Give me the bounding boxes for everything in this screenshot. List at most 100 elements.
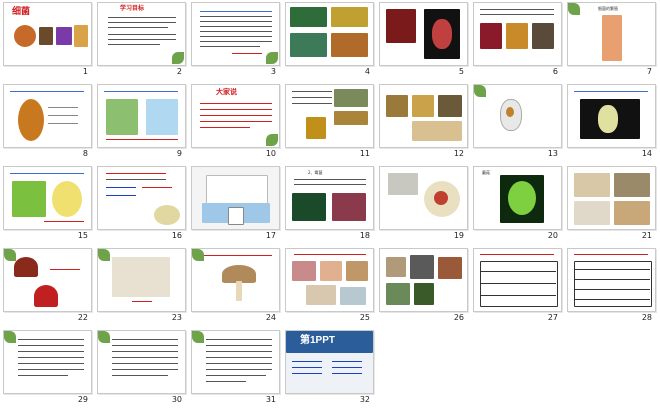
slide-thumbnail-30[interactable]: 30 xyxy=(94,328,188,410)
slide-title: 第1PPT xyxy=(300,335,336,346)
food-image xyxy=(306,285,336,305)
food-image xyxy=(292,261,316,281)
slide-number: 25 xyxy=(359,313,370,322)
bacteria-image xyxy=(14,25,36,47)
slide-title: 学习目标 xyxy=(120,5,145,12)
slide-thumbnail-14[interactable]: 14 xyxy=(564,82,658,164)
slide-canvas xyxy=(3,166,92,230)
slide-number: 19 xyxy=(453,231,464,240)
slide-canvas xyxy=(473,84,562,148)
bacteria-image xyxy=(331,7,368,27)
slide-number: 10 xyxy=(265,149,276,158)
slide-thumbnail-5[interactable]: 5 xyxy=(376,0,470,82)
slide-thumbnail-11[interactable]: 11 xyxy=(282,82,376,164)
virus-image xyxy=(56,27,72,45)
slide-canvas xyxy=(567,84,656,148)
slide-thumbnail-1[interactable]: 细菌 1 xyxy=(0,0,94,82)
bacteria-image xyxy=(532,23,554,49)
slide-canvas: 第1PPT xyxy=(285,330,374,394)
slide-thumbnail-32[interactable]: 第1PPT 32 xyxy=(282,328,376,410)
slide-number: 12 xyxy=(453,149,464,158)
slide-number: 23 xyxy=(171,313,182,322)
slide-number: 29 xyxy=(77,395,88,404)
slide-thumbnail-4[interactable]: 4 xyxy=(282,0,376,82)
slide-canvas xyxy=(379,248,468,312)
slide-canvas xyxy=(191,330,280,394)
slide-thumbnail-26[interactable]: 26 xyxy=(376,246,470,328)
slide-number: 24 xyxy=(265,313,276,322)
slide-number: 9 xyxy=(176,149,182,158)
slide-canvas xyxy=(285,84,374,148)
slide-thumbnail-10[interactable]: 大家说 10 xyxy=(188,82,282,164)
fungi-image xyxy=(112,257,170,297)
fungi-image xyxy=(386,95,408,117)
slide-thumbnail-29[interactable]: 29 xyxy=(0,328,94,410)
dialog-image xyxy=(206,175,268,205)
slide-number: 32 xyxy=(359,395,370,404)
slide-thumbnail-31[interactable]: 31 xyxy=(188,328,282,410)
comparison-table xyxy=(480,261,558,307)
slide-canvas xyxy=(3,248,92,312)
slide-thumbnail-19[interactable]: 19 xyxy=(376,164,470,246)
bacteria-image xyxy=(290,33,327,57)
mushroom-image xyxy=(574,201,610,225)
slide-canvas xyxy=(567,166,656,230)
slide-thumbnail-13[interactable]: 13 xyxy=(470,82,564,164)
slide-number: 3 xyxy=(270,67,276,76)
slide-thumbnail-24[interactable]: 24 xyxy=(188,246,282,328)
slide-canvas xyxy=(3,330,92,394)
cell-diagram xyxy=(12,181,46,217)
leaf-icon xyxy=(4,249,16,261)
slide-thumbnail-21[interactable]: 21 xyxy=(564,164,658,246)
bacteria-diagram xyxy=(18,99,44,141)
slide-canvas xyxy=(379,84,468,148)
slide-thumbnail-17[interactable]: 17 xyxy=(188,164,282,246)
slide-thumbnail-22[interactable]: 22 xyxy=(0,246,94,328)
fungi-image xyxy=(412,95,434,117)
slide-thumbnail-16[interactable]: 16 xyxy=(94,164,188,246)
slide-thumbnail-12[interactable]: 12 xyxy=(376,82,470,164)
slide-thumbnail-18[interactable]: 2、霉菌 18 xyxy=(282,164,376,246)
slide-thumbnail-3[interactable]: 3 xyxy=(188,0,282,82)
mold-image xyxy=(388,173,418,195)
slide-canvas xyxy=(285,2,374,66)
slide-canvas: 细菌的繁殖 xyxy=(567,2,656,66)
slide-number: 13 xyxy=(547,149,558,158)
slide-thumbnail-23[interactable]: 23 xyxy=(94,246,188,328)
slide-canvas xyxy=(473,2,562,66)
slide-number: 20 xyxy=(547,231,558,240)
slide-canvas xyxy=(97,330,186,394)
slide-canvas xyxy=(191,248,280,312)
yeast-image xyxy=(154,205,180,225)
cell-diagram xyxy=(52,181,82,217)
slide-thumbnail-9[interactable]: 9 xyxy=(94,82,188,164)
comparison-table xyxy=(574,261,652,307)
slide-canvas: 大家说 xyxy=(191,84,280,148)
slide-thumbnail-20[interactable]: 蘑菇 20 xyxy=(470,164,564,246)
slide-number: 6 xyxy=(552,67,558,76)
slide-title: 细菌 xyxy=(12,7,31,17)
food-image xyxy=(340,287,366,305)
slide-thumbnail-2[interactable]: 学习目标 2 xyxy=(94,0,188,82)
slide-thumbnail-7[interactable]: 细菌的繁殖 7 xyxy=(564,0,658,82)
slide-thumbnail-27[interactable]: 27 xyxy=(470,246,564,328)
slide-number: 18 xyxy=(359,231,370,240)
slide-thumbnail-28[interactable]: 28 xyxy=(564,246,658,328)
food-image xyxy=(346,261,368,281)
slide-thumbnail-25[interactable]: 25 xyxy=(282,246,376,328)
cell-diagram xyxy=(106,99,138,135)
fungi-image xyxy=(334,111,368,125)
slide-thumbnail-8[interactable]: 8 xyxy=(0,82,94,164)
photo-image xyxy=(438,257,462,279)
slide-thumbnail-15[interactable]: 15 xyxy=(0,164,94,246)
slide-thumbnail-6[interactable]: 6 xyxy=(470,0,564,82)
mushroom-image xyxy=(614,201,650,225)
fungi-image xyxy=(412,121,462,141)
photo-image xyxy=(414,283,434,305)
slide-canvas xyxy=(97,166,186,230)
slide-number: 26 xyxy=(453,313,464,322)
leaf-icon xyxy=(192,331,204,343)
slide-canvas xyxy=(567,248,656,312)
diagram-image xyxy=(602,15,622,61)
leaf-icon xyxy=(192,249,204,261)
